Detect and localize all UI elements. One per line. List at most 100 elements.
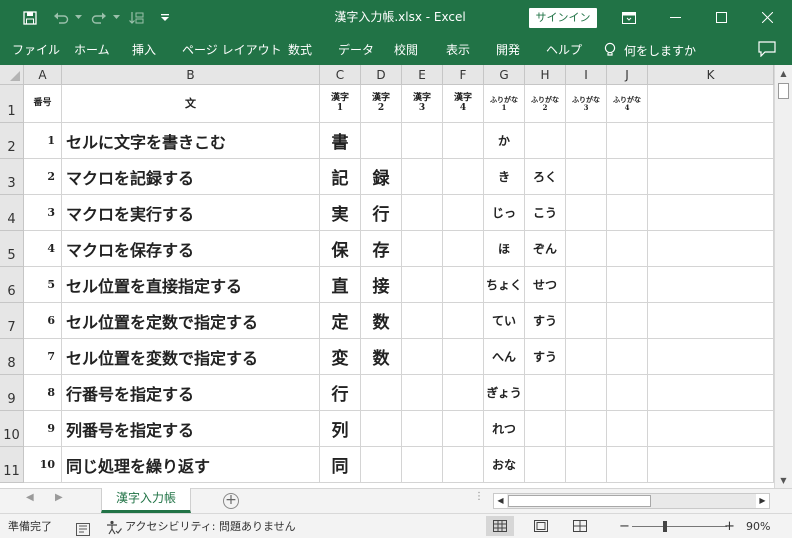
cell-furigana-2[interactable]: ぞん	[525, 231, 566, 267]
cell-kanji-1[interactable]: 定	[320, 303, 361, 339]
cell-number[interactable]: 6	[24, 303, 62, 339]
close-icon[interactable]	[744, 0, 790, 35]
cell-number[interactable]: 3	[24, 195, 62, 231]
cell-kanji-4[interactable]	[443, 303, 484, 339]
cell-kanji-2[interactable]: 録	[361, 159, 402, 195]
header-cell-kanji-4[interactable]: 漢字 4	[443, 85, 484, 123]
row-header[interactable]: 9	[0, 375, 24, 411]
ribbon-display-options-icon[interactable]	[606, 0, 652, 35]
cell-kanji-2[interactable]	[361, 411, 402, 447]
cell-kanji-1[interactable]: 直	[320, 267, 361, 303]
cell-furigana-3[interactable]	[566, 339, 607, 375]
row-header[interactable]: 5	[0, 231, 24, 267]
cell-furigana-4[interactable]	[607, 375, 648, 411]
cell-number[interactable]: 10	[24, 447, 62, 483]
row-header[interactable]: 11	[0, 447, 24, 483]
horizontal-scroll-thumb[interactable]	[508, 495, 651, 507]
cell-number[interactable]: 7	[24, 339, 62, 375]
cell-kanji-3[interactable]	[402, 411, 443, 447]
cell-furigana-2[interactable]: すう	[525, 303, 566, 339]
cell-k[interactable]	[648, 231, 774, 267]
undo-icon[interactable]	[50, 0, 72, 35]
cell-number[interactable]: 9	[24, 411, 62, 447]
header-cell-furigana-1[interactable]: ふりがな 1	[484, 85, 525, 123]
cell-kanji-3[interactable]	[402, 447, 443, 483]
column-header-d[interactable]: D	[361, 65, 402, 85]
cell-kanji-1[interactable]: 行	[320, 375, 361, 411]
cell-furigana-3[interactable]	[566, 411, 607, 447]
row-header[interactable]: 7	[0, 303, 24, 339]
cell-kanji-4[interactable]	[443, 123, 484, 159]
row-header[interactable]: 10	[0, 411, 24, 447]
cell-number[interactable]: 8	[24, 375, 62, 411]
maximize-icon[interactable]	[698, 0, 744, 35]
cell-sentence[interactable]: セル位置を変数で指定する	[62, 339, 320, 375]
cell-kanji-3[interactable]	[402, 267, 443, 303]
row-header[interactable]: 4	[0, 195, 24, 231]
cell-sentence[interactable]: セルに文字を書きこむ	[62, 123, 320, 159]
cell-kanji-2[interactable]: 存	[361, 231, 402, 267]
cell-sentence[interactable]: マクロを実行する	[62, 195, 320, 231]
row-header[interactable]: 1	[0, 85, 24, 123]
cell-furigana-4[interactable]	[607, 339, 648, 375]
cell-kanji-3[interactable]	[402, 123, 443, 159]
vertical-scroll-thumb[interactable]	[778, 83, 789, 99]
cell-furigana-4[interactable]	[607, 303, 648, 339]
column-header-h[interactable]: H	[525, 65, 566, 85]
tab-insert[interactable]: 挿入	[132, 35, 156, 65]
horizontal-scrollbar[interactable]: ◀ ▶	[493, 493, 770, 509]
cell-furigana-1[interactable]: じっ	[484, 195, 525, 231]
cell-furigana-3[interactable]	[566, 267, 607, 303]
cell-kanji-4[interactable]	[443, 267, 484, 303]
cell-kanji-4[interactable]	[443, 195, 484, 231]
cell-furigana-4[interactable]	[607, 159, 648, 195]
cell-k[interactable]	[648, 447, 774, 483]
cell-furigana-3[interactable]	[566, 159, 607, 195]
accessibility-icon[interactable]	[106, 519, 122, 535]
column-header-i[interactable]: I	[566, 65, 607, 85]
cell-furigana-1[interactable]: おな	[484, 447, 525, 483]
row-header[interactable]: 6	[0, 267, 24, 303]
sheet-next-icon[interactable]: ▶	[55, 492, 63, 503]
header-cell-furigana-2[interactable]: ふりがな 2	[525, 85, 566, 123]
column-header-c[interactable]: C	[320, 65, 361, 85]
cell-number[interactable]: 4	[24, 231, 62, 267]
cell-sentence[interactable]: 行番号を指定する	[62, 375, 320, 411]
cell-kanji-4[interactable]	[443, 375, 484, 411]
customize-toolbar-icon[interactable]	[158, 0, 172, 35]
cell-number[interactable]: 1	[24, 123, 62, 159]
split-handle-icon[interactable]: ⋮	[474, 492, 484, 507]
cell-furigana-2[interactable]: こう	[525, 195, 566, 231]
row-header[interactable]: 2	[0, 123, 24, 159]
page-break-view-icon[interactable]	[566, 516, 594, 536]
header-cell-kanji-3[interactable]: 漢字 3	[402, 85, 443, 123]
column-header-k[interactable]: K	[648, 65, 774, 85]
cell-furigana-2[interactable]	[525, 411, 566, 447]
scroll-down-arrow-icon[interactable]: ▼	[775, 472, 792, 488]
undo-dropdown-icon[interactable]	[73, 0, 83, 35]
cell-kanji-4[interactable]	[443, 159, 484, 195]
zoom-slider[interactable]	[632, 526, 727, 527]
tab-view[interactable]: 表示	[446, 35, 470, 65]
cell-furigana-1[interactable]: へん	[484, 339, 525, 375]
cell-k[interactable]	[648, 195, 774, 231]
cell-kanji-2[interactable]: 数	[361, 303, 402, 339]
cell-kanji-2[interactable]: 数	[361, 339, 402, 375]
cell-furigana-4[interactable]	[607, 123, 648, 159]
cell-furigana-3[interactable]	[566, 123, 607, 159]
scroll-up-arrow-icon[interactable]: ▲	[775, 65, 792, 81]
cell-furigana-1[interactable]: か	[484, 123, 525, 159]
cell-furigana-4[interactable]	[607, 231, 648, 267]
cell-mode-icon[interactable]	[76, 520, 90, 536]
cell-sentence[interactable]: 同じ処理を繰り返す	[62, 447, 320, 483]
cell-kanji-3[interactable]	[402, 159, 443, 195]
cell-furigana-1[interactable]: き	[484, 159, 525, 195]
cell-number[interactable]: 2	[24, 159, 62, 195]
cell-k1[interactable]	[648, 85, 774, 123]
column-header-g[interactable]: G	[484, 65, 525, 85]
column-header-b[interactable]: B	[62, 65, 320, 85]
zoom-slider-thumb[interactable]	[663, 521, 667, 532]
cell-kanji-4[interactable]	[443, 339, 484, 375]
cell-furigana-4[interactable]	[607, 267, 648, 303]
redo-dropdown-icon[interactable]	[111, 0, 121, 35]
